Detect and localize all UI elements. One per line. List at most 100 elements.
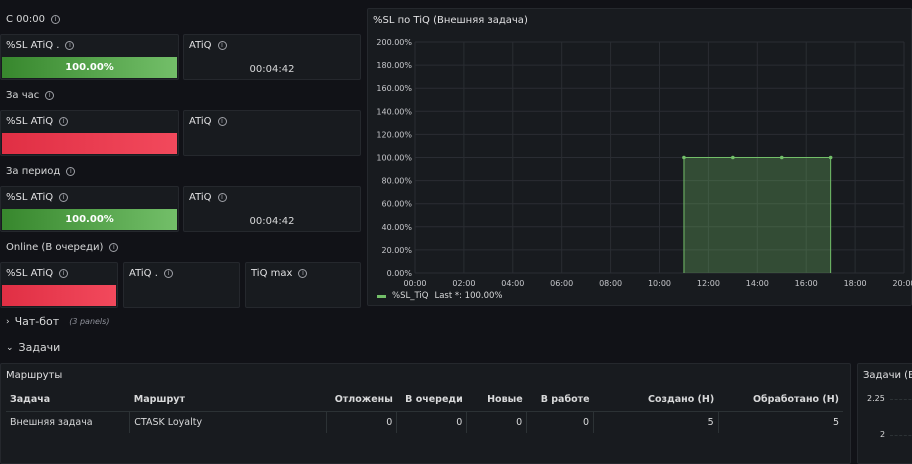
legend-swatch-icon bbox=[377, 294, 386, 298]
table-cell: 0 bbox=[526, 411, 595, 433]
row-title-since-midnight: С 00:00 i bbox=[6, 14, 60, 25]
y-tick-label: 160.00% bbox=[376, 84, 412, 93]
y-tick-label: 2.25 bbox=[867, 394, 885, 403]
y-tick-label: 60.00% bbox=[381, 200, 412, 209]
y-tick-label: 120.00% bbox=[376, 130, 412, 139]
info-icon[interactable]: i bbox=[109, 243, 119, 252]
legend-series-name: %SL_TiQ bbox=[392, 291, 429, 301]
panel-title: Маршруты bbox=[6, 370, 63, 381]
x-tick-label: 04:00 bbox=[501, 279, 524, 288]
x-tick-label: 12:00 bbox=[697, 279, 720, 288]
section-title: Задачи bbox=[18, 341, 61, 354]
x-tick-label: 02:00 bbox=[452, 279, 475, 288]
data-point[interactable] bbox=[731, 155, 735, 160]
atiq-value: 00:04:42 bbox=[249, 64, 295, 75]
panel-title: %SL ATiQ bbox=[6, 116, 54, 127]
panel-title: %SL ATiQ . bbox=[6, 40, 60, 51]
panel-title: Задачи (В bbox=[863, 370, 912, 381]
data-point[interactable] bbox=[779, 155, 784, 160]
panel-title: ATiQ bbox=[189, 192, 212, 203]
legend-series-stat: Last *: 100.00% bbox=[434, 291, 503, 301]
table-cell: 0 bbox=[466, 411, 528, 433]
panel-title: %SL ATiQ bbox=[6, 192, 54, 203]
column-header[interactable]: Обработано (Н) bbox=[718, 389, 843, 412]
y-tick-label: 40.00% bbox=[381, 223, 412, 232]
info-icon[interactable]: i bbox=[66, 167, 76, 176]
panel-title: %SL ATiQ bbox=[6, 268, 54, 279]
y-tick-label: 140.00% bbox=[376, 107, 412, 116]
table-cell: 0 bbox=[396, 411, 468, 433]
atiq-value: 00:04:42 bbox=[249, 216, 295, 227]
x-tick-label: 00:00 bbox=[403, 279, 426, 288]
sl-atiq-panel-online[interactable]: %SL ATiQ i bbox=[0, 262, 118, 308]
grid-line bbox=[890, 399, 912, 400]
row-title-per-period: За период i bbox=[6, 166, 76, 177]
x-tick-label: 18:00 bbox=[844, 279, 867, 288]
info-icon[interactable]: i bbox=[65, 41, 75, 50]
info-icon[interactable]: i bbox=[217, 41, 227, 50]
section-tasks[interactable]: ⌄ Задачи bbox=[6, 341, 60, 354]
section-panel-count: (3 panels) bbox=[69, 317, 110, 326]
atiq-panel-online[interactable]: ATiQ . i bbox=[123, 262, 240, 308]
data-point[interactable] bbox=[682, 155, 686, 160]
routes-panel[interactable]: Маршруты Задача Маршрут Отложены В очереди Н… bbox=[0, 363, 851, 464]
panel-title: ATiQ . bbox=[129, 268, 158, 279]
data-point[interactable] bbox=[828, 155, 833, 160]
info-icon[interactable]: i bbox=[50, 15, 60, 24]
y-tick-label: 20.00% bbox=[381, 246, 412, 255]
sl-value-bar: 100.00% bbox=[2, 57, 177, 78]
info-icon[interactable]: i bbox=[163, 269, 173, 278]
sl-atiq-panel-per-hour[interactable]: %SL ATiQ i bbox=[0, 110, 179, 156]
x-tick-label: 08:00 bbox=[599, 279, 622, 288]
sl-value-bar bbox=[2, 133, 177, 154]
y-tick-label: 100.00% bbox=[376, 154, 412, 163]
section-title: Чат-бот bbox=[14, 315, 60, 328]
chevron-right-icon: › bbox=[6, 316, 10, 327]
x-tick-label: 20:00 bbox=[892, 279, 912, 288]
y-tick-label: 2 bbox=[880, 430, 886, 439]
chevron-down-icon: ⌄ bbox=[6, 342, 14, 353]
section-chatbot[interactable]: › Чат-бот (3 panels) bbox=[6, 315, 109, 328]
series-area bbox=[683, 157, 831, 273]
info-icon[interactable]: i bbox=[298, 269, 308, 278]
sl-atiq-panel-per-period[interactable]: %SL ATiQ i 100.00% bbox=[0, 186, 179, 232]
sl-tiq-chart-panel[interactable]: %SL по TiQ (Внешняя задача) 0.00% 20.00% 4… bbox=[367, 8, 912, 306]
info-icon[interactable]: i bbox=[59, 117, 69, 126]
sl-tiq-chart: 0.00% 20.00% 40.00% 60.00% 80.00% 100.00% 120.… bbox=[376, 38, 912, 288]
table-cell: CTASK Loyalty bbox=[129, 411, 328, 433]
column-header[interactable]: Маршрут bbox=[129, 389, 327, 412]
column-header[interactable]: Создано (Н) bbox=[593, 389, 719, 412]
table-header-row: Задача Маршрут Отложены В очереди Новые В раб… bbox=[6, 389, 843, 412]
info-icon[interactable]: i bbox=[59, 269, 69, 278]
row-title-online: Online (В очереди) i bbox=[6, 242, 119, 253]
sl-atiq-panel-since-midnight[interactable]: %SL ATiQ . i 100.00% bbox=[0, 34, 179, 80]
y-tick-label: 0.00% bbox=[387, 269, 413, 278]
routes-table: Задача Маршрут Отложены В очереди Новые В раб… bbox=[6, 389, 843, 433]
sl-value-bar bbox=[2, 285, 116, 306]
column-header[interactable]: В работе bbox=[526, 389, 594, 412]
table-cell: Внешняя задача bbox=[6, 411, 131, 433]
y-tick-label: 80.00% bbox=[381, 177, 412, 186]
x-tick-label: 16:00 bbox=[795, 279, 818, 288]
sl-value-bar: 100.00% bbox=[2, 209, 177, 230]
info-icon[interactable]: i bbox=[59, 193, 69, 202]
table-cell: 5 bbox=[832, 416, 839, 428]
chart-legend[interactable]: %SL_TiQ Last *: 100.00% bbox=[377, 291, 503, 301]
info-icon[interactable]: i bbox=[217, 193, 227, 202]
atiq-panel-per-period[interactable]: ATiQ i 00:04:42 bbox=[183, 186, 361, 232]
y-tick-label: 200.00% bbox=[376, 38, 412, 47]
panel-title: ATiQ bbox=[189, 40, 212, 51]
tiq-max-panel-online[interactable]: TiQ max i bbox=[245, 262, 361, 308]
atiq-panel-per-hour[interactable]: ATiQ i bbox=[183, 110, 361, 156]
info-icon[interactable]: i bbox=[217, 117, 227, 126]
column-header[interactable]: Отложены bbox=[326, 389, 397, 412]
y-tick-label: 180.00% bbox=[376, 61, 412, 70]
tasks-chart-panel[interactable]: Задачи (В 2.25 2 bbox=[857, 363, 912, 464]
info-icon[interactable]: i bbox=[45, 91, 55, 100]
atiq-panel-since-midnight[interactable]: ATiQ i 00:04:42 bbox=[183, 34, 361, 80]
column-header[interactable]: Задача bbox=[6, 389, 130, 412]
column-header[interactable]: Новые bbox=[466, 389, 527, 412]
x-tick-label: 10:00 bbox=[648, 279, 671, 288]
column-header[interactable]: В очереди bbox=[396, 389, 467, 412]
table-row[interactable]: Внешняя задача CTASK Loyalty 0 0 0 0 5 5 bbox=[6, 411, 843, 433]
